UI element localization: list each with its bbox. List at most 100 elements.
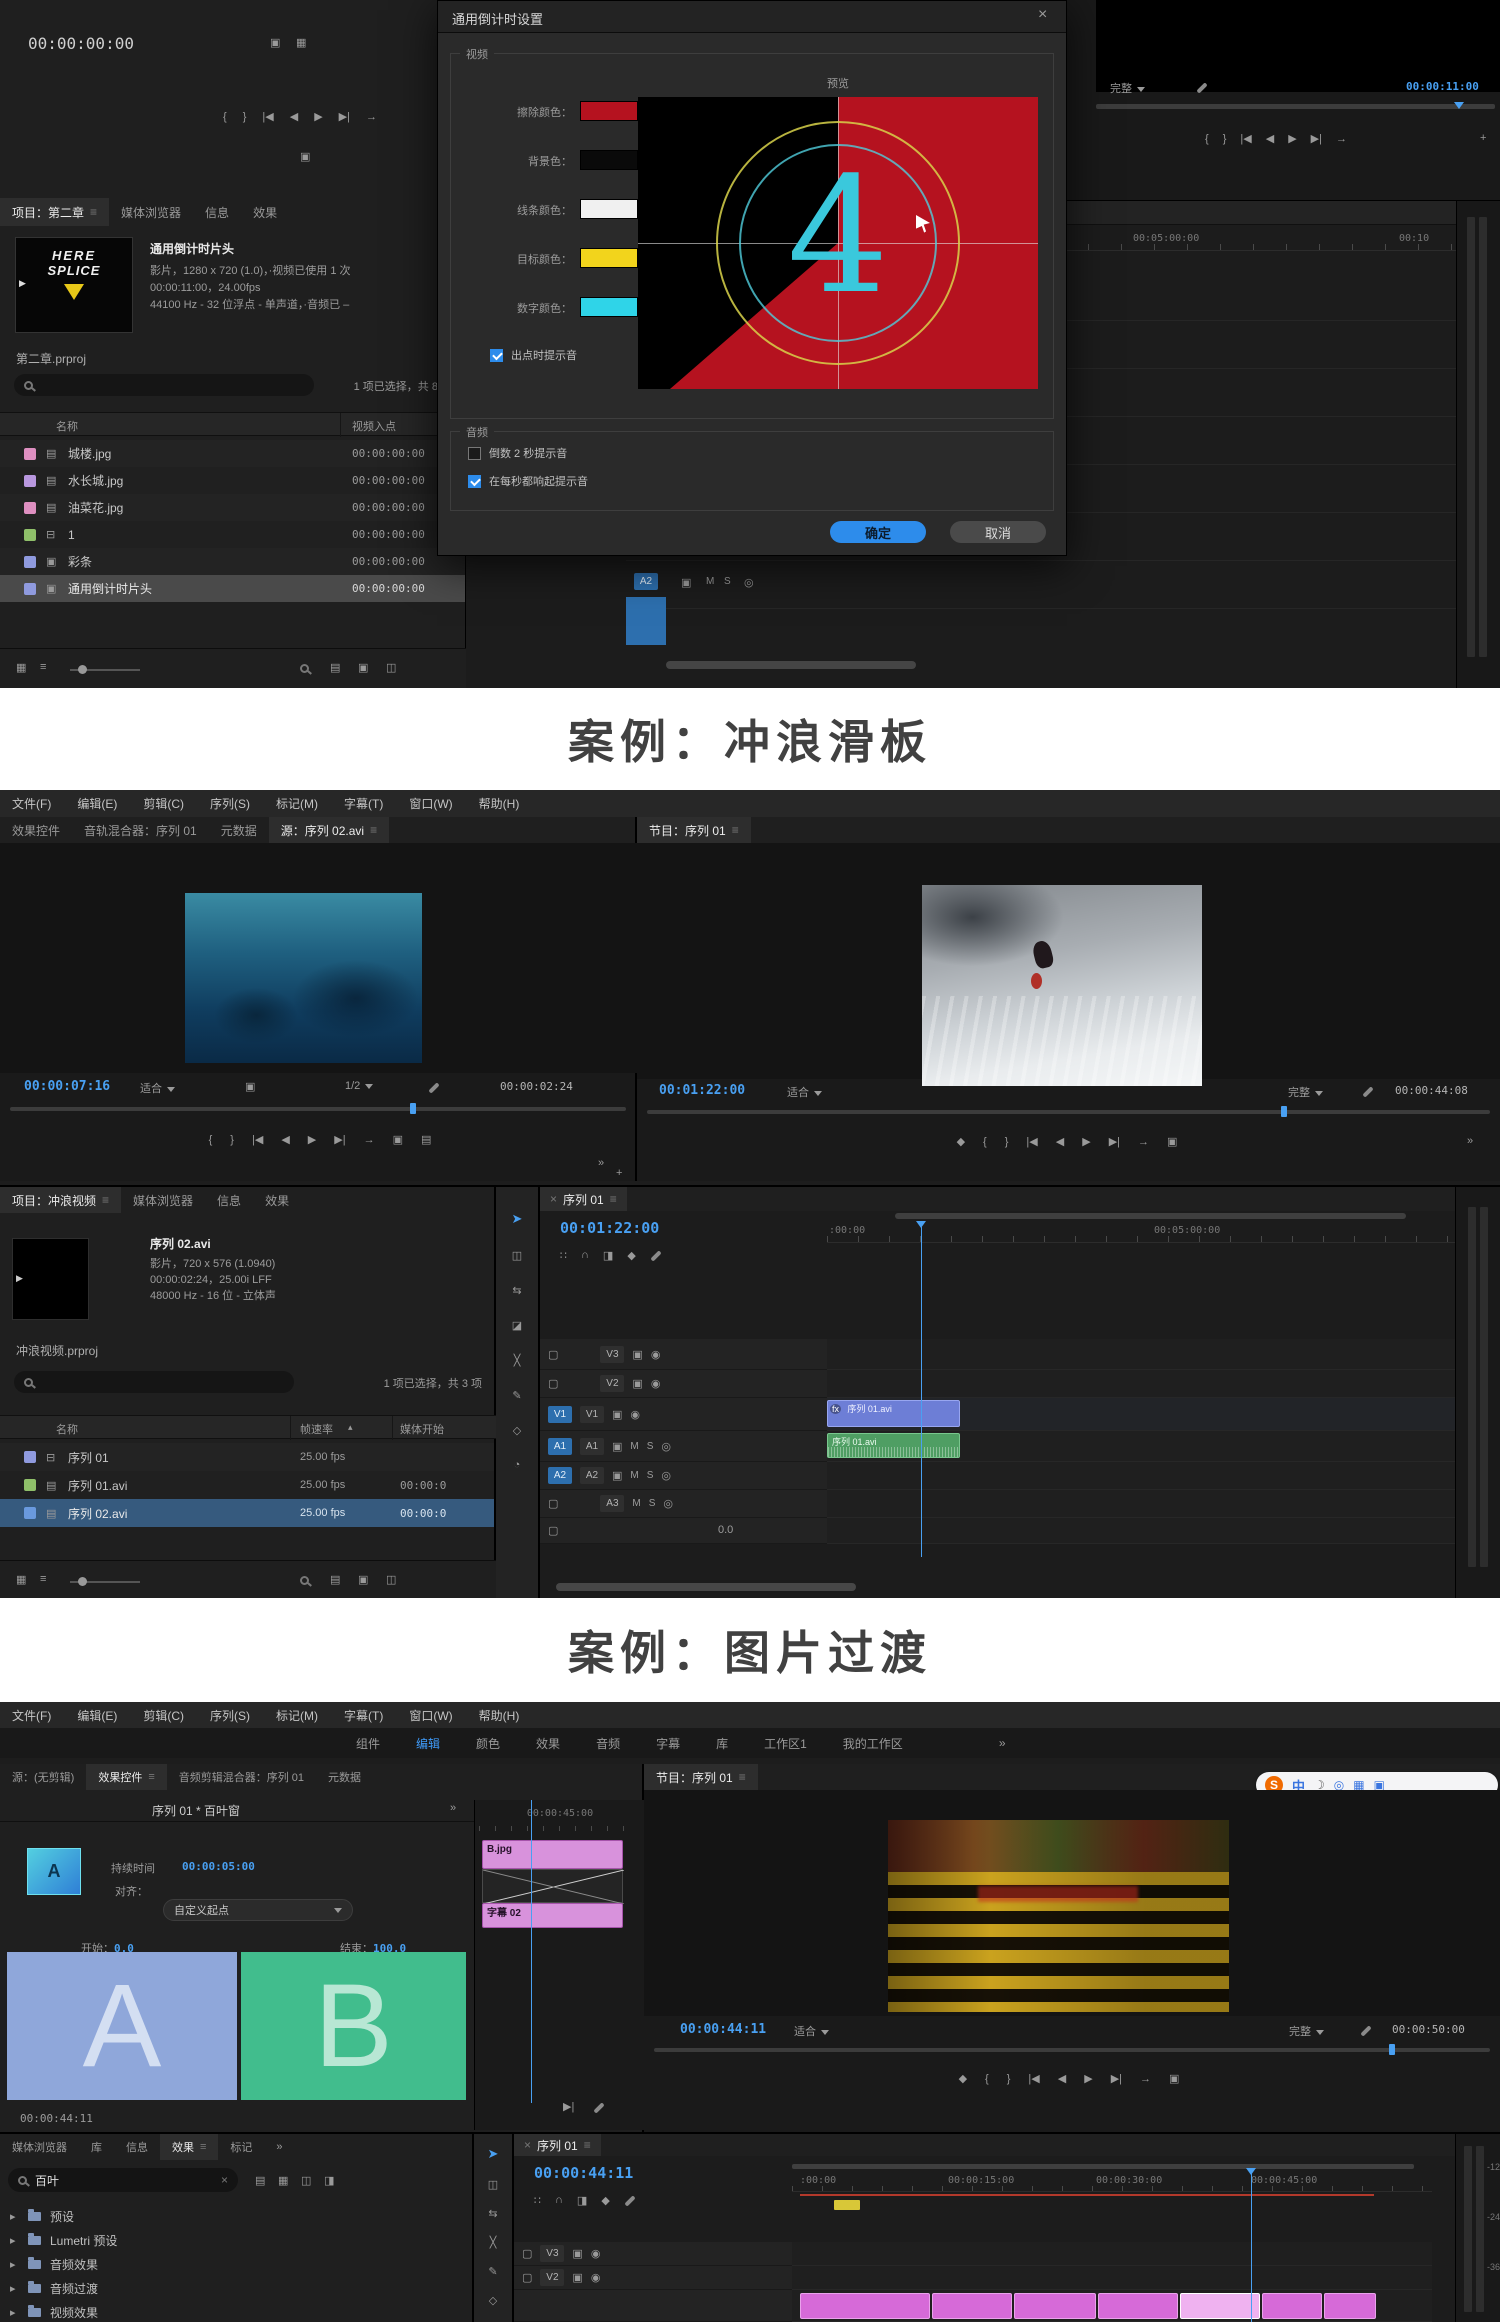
export-frame-icon[interactable]: ▣ [1167, 1135, 1177, 1148]
program-quality-select[interactable]: 完整 [1289, 2023, 1324, 2039]
eye-icon[interactable]: ◉ [591, 2271, 601, 2284]
pen-tool[interactable]: ✎ [512, 1389, 521, 1402]
image-clip[interactable] [1324, 2293, 1376, 2319]
source-fit-select[interactable]: 适合 [140, 1080, 175, 1096]
lock-icon[interactable]: ▢ [548, 1497, 558, 1510]
panel-menu-icon[interactable]: ≡ [102, 1193, 109, 1207]
solo-button[interactable]: S [649, 1498, 656, 1509]
source-a1-chip[interactable]: A1 [548, 1437, 572, 1455]
cue-each-second-checkbox[interactable] [468, 474, 481, 488]
track-v2-header[interactable]: ▢ V2 ▣ ◉ [540, 1370, 827, 1398]
effects-tree-item[interactable]: ▸ 音频过渡 [0, 2276, 472, 2300]
image-clip[interactable] [1014, 2293, 1096, 2319]
icon-view-icon[interactable]: ▦ [16, 1573, 26, 1586]
mark-out-icon[interactable]: } [1223, 133, 1227, 145]
ripple-edit-tool[interactable]: ⇆ [488, 2207, 497, 2220]
tab-metadata[interactable]: 元数据 [209, 817, 269, 843]
snap-icon[interactable]: ∩ [581, 1249, 589, 1262]
table-row[interactable]: ⊟ 序列 01 25.00 fps [0, 1443, 494, 1471]
filter-accelerated-icon[interactable]: ▤ [255, 2174, 265, 2187]
settings-icon[interactable] [593, 2102, 605, 2114]
playhead-handle[interactable] [1246, 2168, 1256, 2175]
mark-in-icon[interactable]: { [985, 2073, 989, 2085]
eye-icon[interactable]: ◉ [651, 1348, 661, 1361]
workspace-effects[interactable]: 效果 [536, 1735, 560, 1752]
track-a3-header[interactable]: ▢ A3 M S ◎ [540, 1490, 827, 1518]
more-button[interactable]: » [1467, 1135, 1473, 1147]
disclosure-icon[interactable]: ▸ [10, 2210, 16, 2223]
transition-thumbnail[interactable]: A [27, 1848, 81, 1895]
mark-out-icon[interactable]: } [243, 111, 247, 123]
close-icon[interactable]: × [524, 2138, 531, 2152]
source-resolution-select[interactable]: 1/2 [345, 1080, 374, 1092]
hand-tool[interactable]: ◇ [513, 1424, 521, 1437]
track-select-tool[interactable]: ◫ [488, 2178, 498, 2191]
track-v3-header[interactable]: ▢ V3 ▣ ◉ [540, 1339, 827, 1370]
effects-search-box[interactable]: 百叶 × [8, 2168, 238, 2192]
playhead-handle[interactable] [916, 1221, 926, 1228]
transition-ramp-box[interactable] [482, 1869, 625, 1905]
timeline-timecode[interactable]: 00:01:22:00 [560, 1219, 659, 1237]
track-v3-label[interactable]: V3 [600, 1345, 625, 1363]
workspace-more[interactable]: » [999, 1736, 1006, 1750]
track-meter-icon[interactable]: ▣ [681, 576, 691, 589]
line-color-swatch[interactable] [580, 199, 638, 219]
tab-effects[interactable]: 效果 [253, 1187, 301, 1213]
label-color-chip[interactable] [24, 1507, 36, 1519]
track-a3-label[interactable]: A3 [600, 1495, 625, 1512]
add-button[interactable]: + [1480, 132, 1486, 144]
track-a1-header[interactable]: A1 A1 ▣ M S ◎ [540, 1431, 827, 1462]
panel-menu-icon[interactable]: ≡ [610, 1192, 617, 1206]
disclosure-icon[interactable]: ▸ [10, 2282, 16, 2295]
cue-2s-row[interactable]: 倒数 2 秒提示音 [468, 445, 567, 461]
lock-icon[interactable]: ▢ [548, 1524, 558, 1537]
eye-icon[interactable]: ◉ [591, 2247, 601, 2260]
solo-button[interactable]: S [647, 1470, 654, 1481]
track-v3-label[interactable]: V3 [540, 2245, 565, 2262]
close-icon[interactable]: × [1038, 6, 1047, 24]
menu-edit[interactable]: 编辑(E) [77, 1707, 117, 1724]
filter-32bit-icon[interactable]: ▦ [278, 2174, 288, 2187]
mute-button[interactable]: M [630, 1441, 638, 1452]
label-color-chip[interactable] [24, 474, 36, 487]
menu-clip[interactable]: 剪辑(C) [143, 795, 184, 812]
find-icon[interactable] [300, 1576, 309, 1585]
sync-lock-icon[interactable]: ▣ [632, 1348, 642, 1361]
master-track-header[interactable]: ▢ 0.0 [540, 1518, 827, 1544]
sync-lock-icon[interactable]: ▣ [612, 1469, 622, 1482]
workspace-mine[interactable]: 我的工作区 [843, 1735, 903, 1752]
step-forward-icon[interactable]: ▶| [1111, 2072, 1122, 2085]
eye-icon[interactable]: ◉ [630, 1408, 640, 1421]
workspace-editing[interactable]: 编辑 [416, 1735, 440, 1752]
mark-out-icon[interactable]: } [1007, 2073, 1011, 2085]
mute-button[interactable]: M [632, 1498, 640, 1509]
thumb-play-icon[interactable]: ▶ [19, 278, 26, 289]
mark-in-icon[interactable]: { [223, 111, 227, 123]
grid-icon[interactable]: ▦ [296, 36, 306, 49]
workspace-color[interactable]: 颜色 [476, 1735, 500, 1752]
timeline-h-scrollbar[interactable] [666, 661, 916, 669]
scrub-playhead[interactable] [1454, 102, 1464, 109]
alignment-select[interactable]: 自定义起点 [163, 1899, 353, 1921]
audio-clip[interactable]: 序列 01.avi [827, 1433, 960, 1458]
program-scrub-playhead[interactable] [1281, 1106, 1287, 1117]
search-box[interactable] [14, 374, 314, 396]
tab-effect-controls[interactable]: 效果控件 ≡ [86, 1764, 167, 1790]
table-row[interactable]: ▤ 城楼.jpg 00:00:00:00 [0, 440, 465, 467]
col-name[interactable]: 名称 [56, 1421, 78, 1437]
tab-project[interactable]: 项目：冲浪视频 ≡ [0, 1187, 122, 1213]
play-icon[interactable]: ▶ [1082, 1135, 1090, 1148]
search-box[interactable] [14, 1371, 294, 1393]
master-gain-value[interactable]: 0.0 [718, 1524, 733, 1536]
play-icon[interactable]: ▶ [308, 1133, 316, 1146]
track-select-tool[interactable]: ◫ [512, 1249, 522, 1262]
tab-metadata[interactable]: 元数据 [316, 1764, 373, 1790]
track-v1-content[interactable] [792, 2290, 1432, 2322]
sync-lock-icon[interactable]: ▣ [632, 1377, 642, 1390]
timeline-playhead[interactable] [1251, 2172, 1252, 2322]
disclosure-icon[interactable]: ▸ [10, 2234, 16, 2247]
export-frame-icon[interactable]: ▣ [1169, 2072, 1179, 2085]
transition-clip-b[interactable]: B.jpg [482, 1840, 623, 1869]
zoom-slider-handle[interactable] [78, 1577, 87, 1586]
panel-menu-icon[interactable]: ≡ [584, 2138, 591, 2152]
